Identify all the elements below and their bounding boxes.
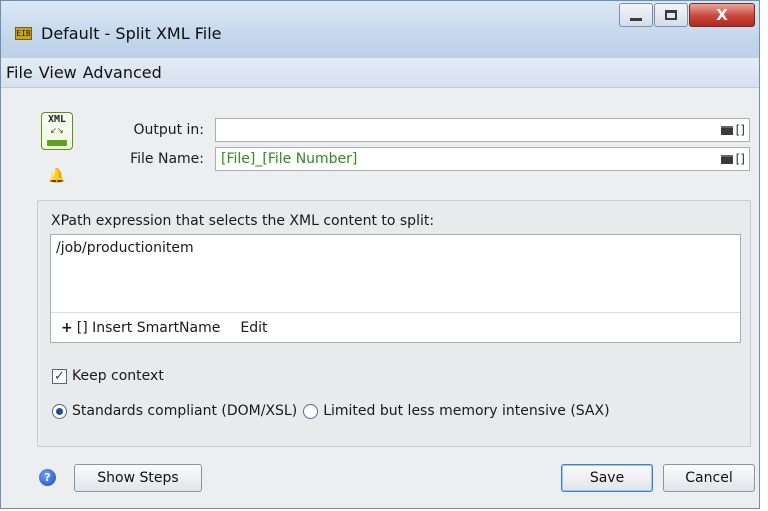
insert-plus-icon: + bbox=[61, 319, 73, 336]
parse-mode-row: Standards compliant (DOM/XSL) Limited bu… bbox=[52, 403, 616, 419]
output-field-icons: [] bbox=[720, 122, 745, 138]
menu-advanced[interactable]: Advanced bbox=[83, 63, 162, 82]
xpath-editor[interactable]: /job/productionitem + [] Insert SmartNam… bbox=[50, 234, 741, 343]
insert-smartname-button[interactable]: + [] Insert SmartName bbox=[61, 320, 220, 336]
keep-context-checkbox[interactable]: ✓ bbox=[52, 368, 67, 384]
save-button[interactable]: Save bbox=[561, 464, 653, 492]
xpath-panel: XPath expression that selects the XML co… bbox=[37, 200, 751, 447]
menu-view[interactable]: View bbox=[39, 63, 77, 82]
show-steps-button[interactable]: Show Steps bbox=[74, 464, 202, 492]
xpath-label: XPath expression that selects the XML co… bbox=[51, 213, 435, 229]
smartname-icon[interactable]: [] bbox=[736, 123, 745, 137]
xpath-toolbar: + [] Insert SmartName Edit bbox=[51, 312, 740, 342]
dom-radio-label[interactable]: Standards compliant (DOM/XSL) bbox=[72, 403, 297, 419]
sax-radio-label[interactable]: Limited but less memory intensive (SAX) bbox=[323, 403, 609, 419]
xml-app-icon: XML ↙↘ bbox=[41, 112, 73, 150]
menu-file[interactable]: File bbox=[6, 63, 33, 82]
xml-icon-bar bbox=[47, 140, 67, 146]
insert-smartname-label: [] Insert SmartName bbox=[76, 319, 221, 336]
smartname-icon[interactable]: [] bbox=[736, 152, 745, 166]
folder-icon[interactable] bbox=[720, 126, 733, 135]
sax-radio[interactable] bbox=[303, 403, 319, 419]
maximize-button[interactable] bbox=[654, 3, 688, 27]
help-icon[interactable]: ? bbox=[39, 469, 56, 486]
xpath-value: /job/productionitem bbox=[56, 240, 194, 256]
dom-radio[interactable] bbox=[52, 403, 67, 419]
xml-icon-text: XML bbox=[47, 114, 67, 125]
output-in-field[interactable]: [] bbox=[215, 118, 750, 142]
minimize-button[interactable] bbox=[619, 3, 653, 27]
split-arrows-icon: ↙↘ bbox=[50, 126, 64, 135]
cancel-button[interactable]: Cancel bbox=[663, 464, 755, 492]
folder-icon[interactable] bbox=[720, 155, 733, 164]
file-name-value: [File]_[File Number] bbox=[221, 151, 358, 167]
maximize-icon bbox=[665, 10, 677, 20]
close-icon: X bbox=[716, 6, 728, 24]
file-name-label: File Name: bbox=[130, 151, 204, 167]
window-app-icon: EIB bbox=[15, 27, 32, 40]
radio-dot-icon bbox=[56, 407, 63, 415]
file-name-field-icons: [] bbox=[720, 151, 745, 167]
edit-button[interactable]: Edit bbox=[240, 320, 267, 336]
keep-context-row: ✓ Keep context bbox=[52, 368, 164, 384]
keep-context-label[interactable]: Keep context bbox=[72, 368, 164, 384]
close-button[interactable]: X bbox=[689, 3, 755, 27]
file-name-field[interactable]: [File]_[File Number] [] bbox=[215, 147, 750, 171]
split-xml-dialog: EIB Default - Split XML File X File View… bbox=[0, 0, 760, 509]
minimize-icon bbox=[630, 17, 642, 21]
window-controls: X bbox=[618, 3, 755, 29]
window-title: Default - Split XML File bbox=[41, 24, 222, 43]
bell-icon[interactable]: 🔔 bbox=[48, 168, 65, 184]
checkmark-icon: ✓ bbox=[54, 368, 65, 384]
title-bar[interactable]: EIB Default - Split XML File X bbox=[1, 1, 759, 58]
output-in-label: Output in: bbox=[133, 122, 204, 138]
menu-bar: File View Advanced bbox=[1, 58, 759, 88]
